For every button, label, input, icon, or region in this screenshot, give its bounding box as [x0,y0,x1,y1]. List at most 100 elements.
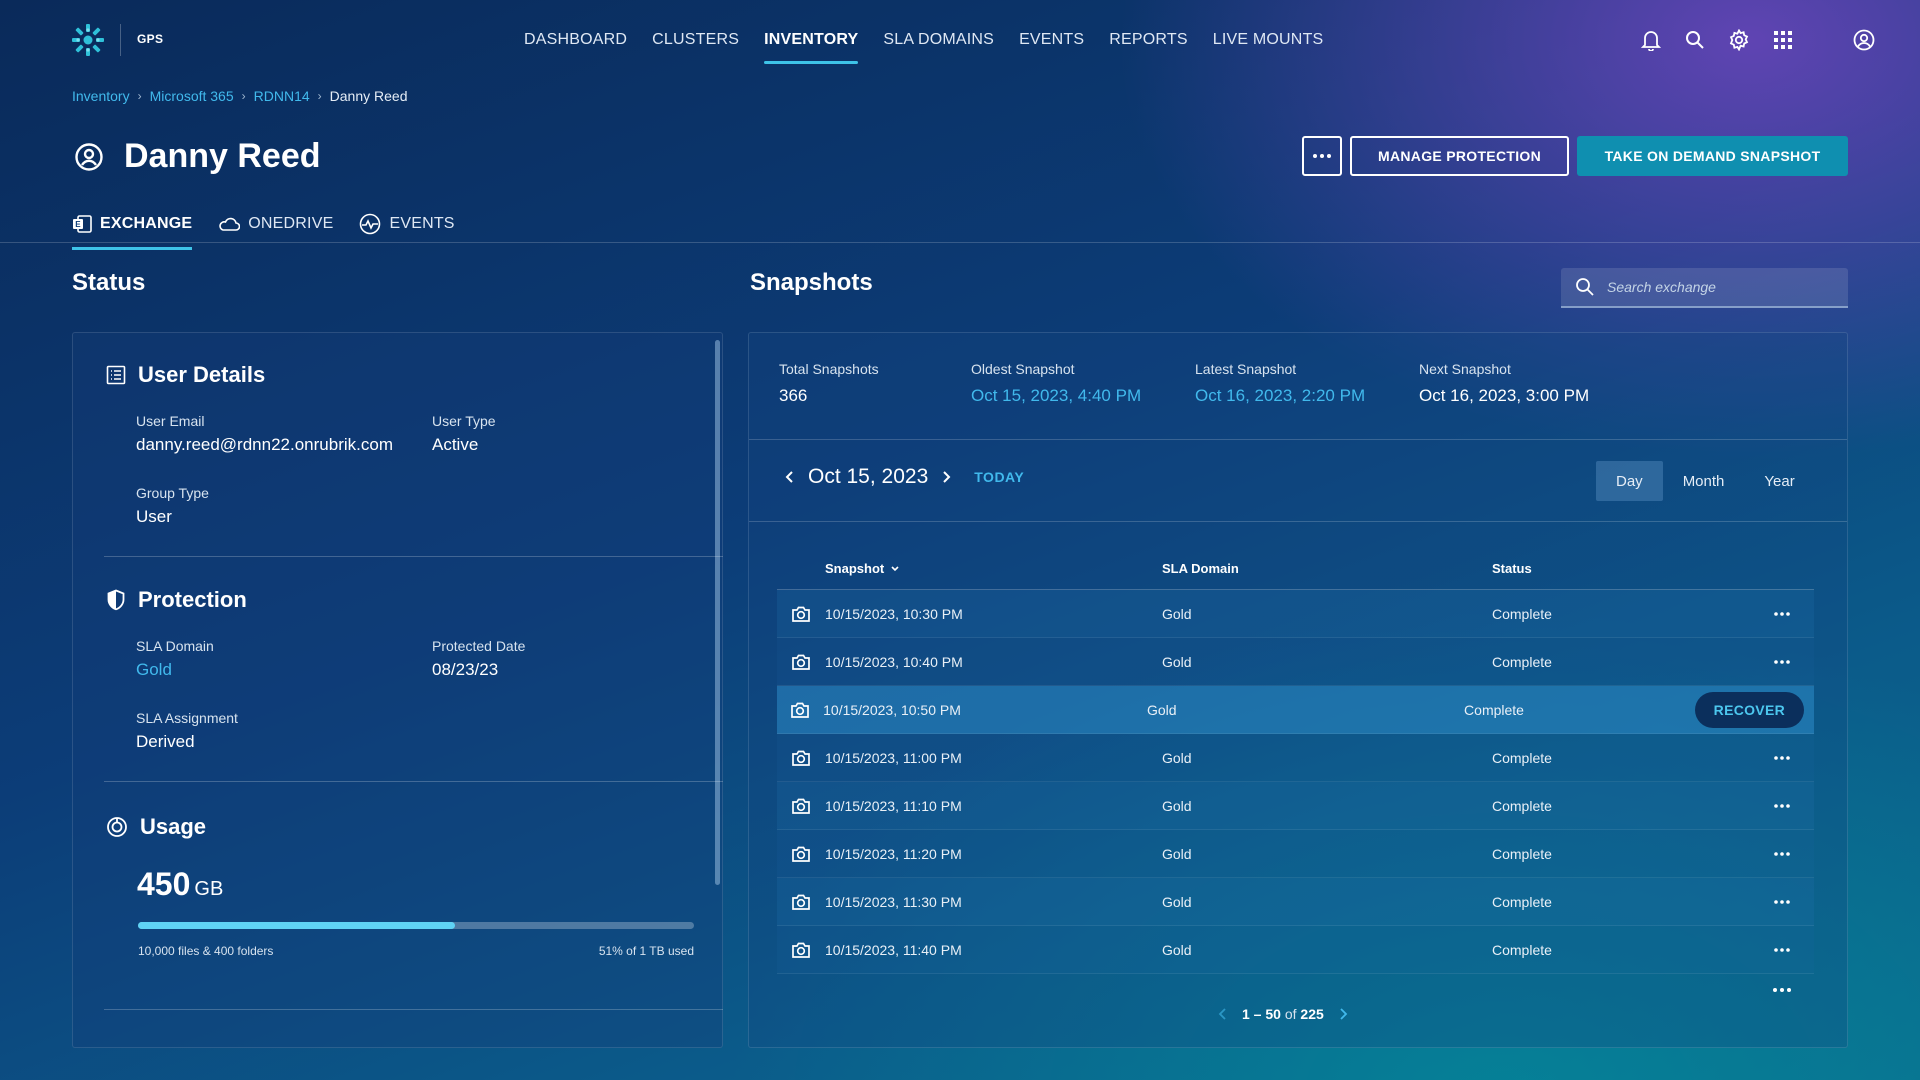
status-scrollbar[interactable] [715,340,720,885]
usage-gauge-icon [106,816,128,838]
user-type-field: User Type Active [432,413,496,455]
pager-prev-icon[interactable] [1218,1007,1228,1021]
snapshot-time[interactable]: 10/15/2023, 11:30 PM [825,894,1162,910]
usage-files-note: 10,000 files & 400 folders [138,944,274,958]
view-toggle: Day Month Year [1596,461,1815,501]
protection-label: Protection [138,587,247,612]
bell-icon[interactable] [1639,24,1663,56]
search-exchange-box[interactable] [1561,268,1848,308]
oldest-snapshot-stat: Oldest Snapshot Oct 15, 2023, 4:40 PM [971,361,1141,406]
table-row[interactable]: 10/15/2023, 11:40 PM Gold Complete [777,926,1814,974]
events-pulse-icon [359,213,381,235]
nav-inventory[interactable]: INVENTORY [764,0,859,80]
status-heading: Status [72,269,146,296]
tabs-divider [0,242,1920,243]
table-row[interactable]: 10/15/2023, 11:10 PM Gold Complete [777,782,1814,830]
group-type-value: User [136,507,172,526]
tab-events[interactable]: EVENTS [359,208,454,240]
take-on-demand-snapshot-button[interactable]: TAKE ON DEMAND SNAPSHOT [1577,136,1848,176]
view-year-button[interactable]: Year [1744,461,1814,501]
camera-snapshot-icon [777,941,825,959]
pager-next-icon[interactable] [1338,1007,1348,1021]
protection-title: Protection [106,587,247,613]
nav-clusters[interactable]: CLUSTERS [652,0,739,80]
row-more-options-icon[interactable] [1770,844,1794,864]
snapshot-time[interactable]: 10/15/2023, 11:20 PM [825,846,1162,862]
pager-range: 1 – 50 [1242,1006,1281,1022]
table-row[interactable]: 10/15/2023, 10:40 PM Gold Complete [777,638,1814,686]
row-more-options-icon[interactable] [1770,652,1794,672]
nav-live-mounts[interactable]: LIVE MOUNTS [1213,0,1324,80]
snapshot-time[interactable]: 10/15/2023, 11:10 PM [825,798,1162,814]
total-snapshots-value: 366 [779,386,808,405]
chevron-right-icon[interactable] [940,469,952,485]
nav-dashboard[interactable]: DASHBOARD [524,0,627,80]
logo-divider [120,24,121,56]
manage-protection-button[interactable]: MANAGE PROTECTION [1350,136,1569,176]
chevron-right-icon: › [317,89,322,103]
search-exchange-input[interactable] [1607,279,1827,295]
stats-divider [749,439,1847,440]
row-more-options-icon[interactable] [1770,940,1794,960]
sla-domain-link[interactable]: Gold [136,660,214,680]
oldest-snapshot-link[interactable]: Oct 15, 2023, 4:40 PM [971,386,1141,406]
row-more-options-icon[interactable] [1770,892,1794,912]
user-account-icon[interactable] [1852,24,1876,56]
snapshot-time[interactable]: 10/15/2023, 11:40 PM [825,942,1162,958]
list-details-icon [106,365,126,385]
recover-button[interactable]: RECOVER [1694,691,1804,728]
latest-snapshot-label: Latest Snapshot [1195,361,1297,377]
sort-chevron-down-icon [890,565,900,573]
view-month-button[interactable]: Month [1663,461,1745,501]
camera-snapshot-icon [777,749,825,767]
snapshot-time[interactable]: 10/15/2023, 10:40 PM [825,654,1162,670]
sla-assignment-field: SLA Assignment Derived [136,710,238,752]
group-type-label: Group Type [136,485,209,501]
latest-snapshot-link[interactable]: Oct 16, 2023, 2:20 PM [1195,386,1365,406]
snapshot-status: Complete [1492,605,1552,622]
total-snapshots-label: Total Snapshots [779,361,879,377]
pager-total: 225 [1300,1006,1324,1022]
table-row[interactable]: 10/15/2023, 11:30 PM Gold Complete [777,878,1814,926]
column-snapshot[interactable]: Snapshot [825,561,1162,576]
breadcrumb-rdnn14[interactable]: RDNN14 [254,88,310,104]
nav-reports[interactable]: REPORTS [1109,0,1187,80]
table-row[interactable]: 10/15/2023, 11:00 PM Gold Complete [777,734,1814,782]
table-row[interactable]: 10/15/2023, 10:30 PM Gold Complete [777,590,1814,638]
snapshots-table: Snapshot SLA Domain Status 10/15/2023, 1… [777,548,1814,974]
chevron-left-icon[interactable] [784,469,796,485]
user-email-label: User Email [136,413,205,429]
sla-assignment-value: Derived [136,732,195,751]
nav-sla-domains[interactable]: SLA DOMAINS [883,0,994,80]
more-options-button[interactable] [1302,136,1342,176]
user-details-title: User Details [106,362,265,388]
view-day-button[interactable]: Day [1596,461,1663,501]
today-button[interactable]: TODAY [974,469,1024,485]
snapshot-time[interactable]: 10/15/2023, 10:30 PM [825,606,1162,622]
oldest-snapshot-label: Oldest Snapshot [971,361,1075,377]
breadcrumb-microsoft-365[interactable]: Microsoft 365 [150,88,234,104]
snapshot-time[interactable]: 10/15/2023, 11:00 PM [825,750,1162,766]
tab-exchange[interactable]: E EXCHANGE [72,208,193,250]
chevron-right-icon: › [241,89,246,103]
user-email-field: User Email danny.reed@rdnn22.onrubrik.co… [136,413,393,455]
gear-icon[interactable] [1727,24,1751,56]
breadcrumb-inventory[interactable]: Inventory [72,88,130,104]
row-more-options-icon[interactable] [1770,748,1794,768]
nav-events[interactable]: EVENTS [1019,0,1084,80]
row-more-options-icon[interactable] [1770,604,1794,624]
pager-of: of [1284,1006,1297,1022]
search-icon [1575,277,1595,297]
more-options-icon[interactable] [1773,988,1791,992]
apps-grid-icon[interactable] [1771,24,1795,56]
top-nav: DASHBOARD CLUSTERS INVENTORY SLA DOMAINS… [524,0,1323,80]
svg-text:E: E [75,220,81,229]
snapshot-time[interactable]: 10/15/2023, 10:50 PM [823,702,1147,718]
tab-onedrive[interactable]: ONEDRIVE [218,208,333,240]
search-icon[interactable] [1683,24,1707,56]
table-row[interactable]: 10/15/2023, 10:50 PM Gold Complete RECOVER [777,686,1814,734]
rubrik-logo[interactable] [70,22,106,58]
app-name: GPS [137,32,164,46]
table-row[interactable]: 10/15/2023, 11:20 PM Gold Complete [777,830,1814,878]
row-more-options-icon[interactable] [1770,796,1794,816]
